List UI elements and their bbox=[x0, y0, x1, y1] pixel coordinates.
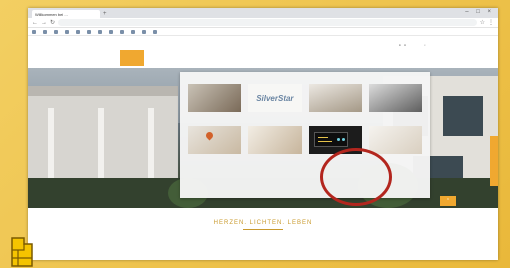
bookmark-icon bbox=[76, 29, 80, 34]
tagline-divider bbox=[243, 229, 283, 230]
card-title bbox=[369, 78, 422, 82]
carport-roof bbox=[28, 86, 178, 96]
dropdown-card[interactable] bbox=[368, 78, 422, 112]
new-tab-button[interactable]: + bbox=[103, 10, 107, 18]
card-title bbox=[248, 78, 301, 82]
browser-tab[interactable]: Willkommen bei ... bbox=[32, 10, 100, 18]
silverstar-logo-icon: SilverStar bbox=[248, 84, 302, 112]
lcd-line bbox=[317, 137, 328, 138]
bookmarks-bar bbox=[28, 28, 498, 36]
bookmark-item[interactable] bbox=[87, 29, 92, 34]
card-title bbox=[309, 78, 362, 82]
bookmark-icon bbox=[142, 29, 146, 34]
handshake-photo-icon bbox=[248, 126, 302, 154]
card-title bbox=[188, 78, 241, 82]
reload-icon[interactable]: ↻ bbox=[50, 19, 55, 26]
bookmark-item[interactable] bbox=[76, 29, 81, 34]
bookmark-item[interactable] bbox=[65, 29, 70, 34]
address-bar: ← → ↻ ☆ ⋮ bbox=[28, 18, 498, 28]
bookmark-icon bbox=[109, 29, 113, 34]
dropdown-card[interactable] bbox=[368, 120, 422, 154]
bookmark-icon bbox=[120, 29, 124, 34]
bookmark-item[interactable] bbox=[98, 29, 103, 34]
star-icon[interactable]: ☆ bbox=[480, 19, 485, 26]
silverstar-brand: SilverStar bbox=[256, 93, 294, 103]
bookmark-item[interactable] bbox=[131, 29, 136, 34]
dropdown-card[interactable] bbox=[308, 78, 362, 112]
bookmark-icon bbox=[65, 29, 69, 34]
forward-icon[interactable]: → bbox=[41, 20, 47, 26]
house-window bbox=[443, 96, 483, 136]
dropdown-card-grid: SilverStar bbox=[188, 78, 422, 154]
calculator-photo-icon bbox=[368, 84, 422, 112]
bookmark-item[interactable] bbox=[153, 29, 158, 34]
bookmark-icon bbox=[98, 29, 102, 34]
writing-hand-photo-icon bbox=[308, 84, 362, 112]
utility-links: ● ● ⌕ bbox=[399, 43, 426, 47]
bookmark-item[interactable] bbox=[43, 29, 48, 34]
dropdown-card[interactable] bbox=[188, 120, 242, 154]
website-content: ● ● ⌕ SilverStar ⌃ HERZEN. LICHTEN. LEBE… bbox=[28, 36, 498, 260]
menu-icon[interactable]: ⋮ bbox=[488, 19, 494, 26]
tab-bar: Willkommen bei ... + – □ × bbox=[28, 8, 498, 18]
bookmark-icon bbox=[32, 29, 36, 34]
bookmark-icon bbox=[54, 29, 58, 34]
dropdown-card[interactable]: SilverStar bbox=[248, 78, 302, 112]
bookmark-icon bbox=[131, 29, 135, 34]
lcd-line bbox=[317, 141, 332, 142]
bookmark-icon bbox=[153, 29, 157, 34]
pointer-icon bbox=[11, 237, 33, 267]
tagline: HERZEN. LICHTEN. LEBEN bbox=[213, 220, 313, 226]
scroll-top-button[interactable]: ⌃ bbox=[440, 196, 456, 206]
bookmark-item[interactable] bbox=[54, 29, 59, 34]
red-highlight-circle bbox=[320, 148, 392, 206]
lcd-indicator bbox=[341, 138, 345, 141]
lcd-display bbox=[313, 132, 348, 147]
intro-section: HERZEN. LICHTEN. LEBEN bbox=[28, 208, 498, 260]
social-icon[interactable]: ● bbox=[399, 43, 401, 47]
bookmark-icon bbox=[87, 29, 91, 34]
pen-document-photo-icon bbox=[368, 126, 422, 154]
chevron-up-icon: ⌃ bbox=[445, 198, 451, 204]
map-pin-photo-icon bbox=[188, 126, 242, 154]
site-logo[interactable] bbox=[120, 50, 144, 66]
mega-menu-dropdown: SilverStar bbox=[180, 72, 430, 198]
dropdown-card[interactable] bbox=[188, 78, 242, 112]
bookmark-item[interactable] bbox=[142, 29, 147, 34]
card-title bbox=[309, 120, 362, 124]
bookmark-item[interactable] bbox=[109, 29, 114, 34]
lcd-indicator bbox=[336, 138, 340, 141]
social-icon[interactable]: ● bbox=[404, 43, 406, 47]
url-field[interactable] bbox=[58, 19, 477, 26]
site-header: ● ● ⌕ bbox=[28, 36, 498, 68]
search-icon[interactable]: ⌕ bbox=[424, 43, 426, 47]
phone-handset-photo-icon bbox=[188, 84, 242, 112]
dropdown-card[interactable] bbox=[248, 120, 302, 154]
main-navigation bbox=[396, 56, 428, 57]
back-icon[interactable]: ← bbox=[32, 20, 38, 26]
bookmark-item[interactable] bbox=[120, 29, 125, 34]
map-pin-icon bbox=[204, 130, 215, 141]
card-title bbox=[188, 120, 241, 124]
card-title bbox=[248, 120, 301, 124]
window-controls[interactable]: – □ × bbox=[465, 9, 494, 15]
side-contact-tab[interactable] bbox=[490, 136, 498, 186]
bookmark-icon bbox=[43, 29, 47, 34]
browser-window: Willkommen bei ... + – □ × ← → ↻ ☆ ⋮ ● ● bbox=[28, 8, 498, 260]
bookmark-item[interactable] bbox=[32, 29, 37, 34]
card-title bbox=[369, 120, 422, 124]
